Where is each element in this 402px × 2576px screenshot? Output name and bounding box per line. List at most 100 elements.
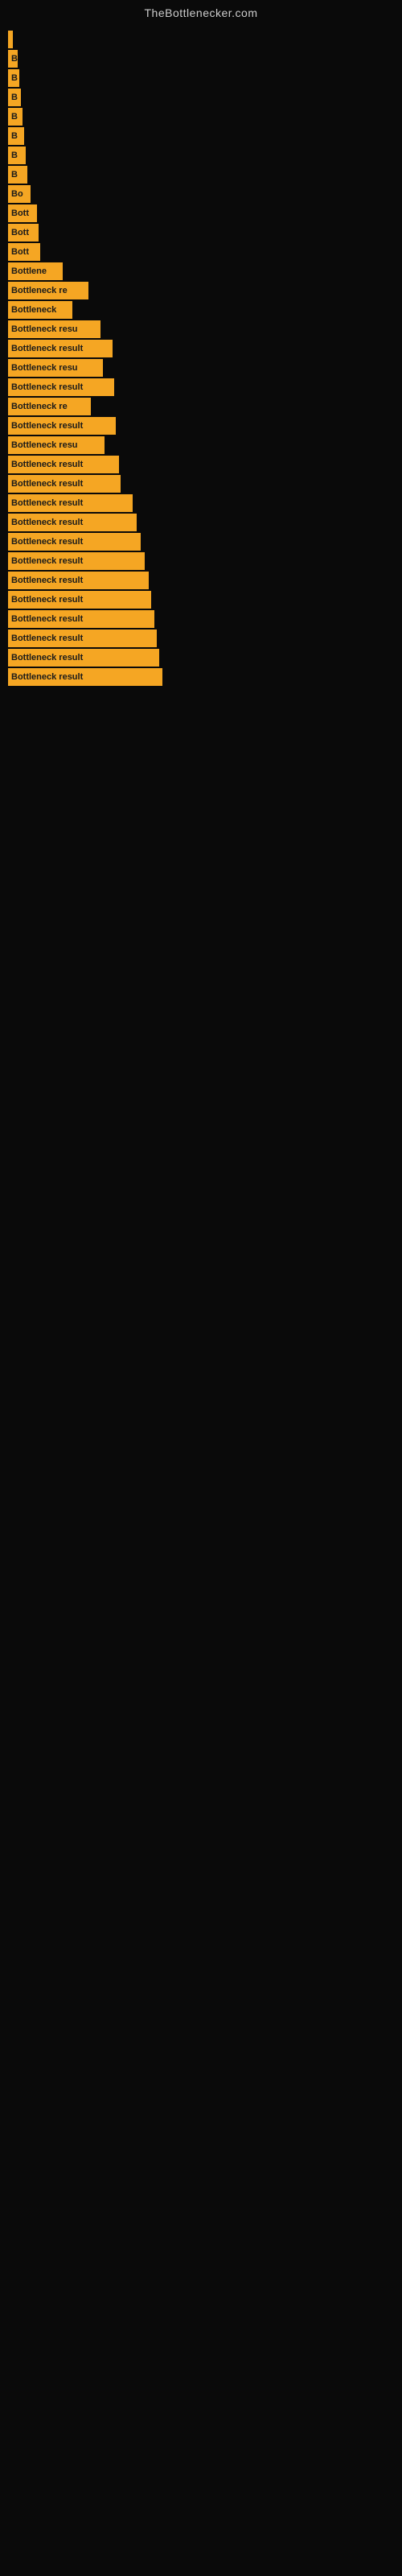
bar-label-7: B (11, 151, 18, 160)
bar-item-18: Bottleneck resu (8, 359, 103, 377)
bar-item-31: Bottleneck result (8, 610, 154, 628)
bar-label-32: Bottleneck result (11, 634, 83, 643)
bar-row: B (8, 89, 402, 106)
bar-item-17: Bottleneck result (8, 340, 113, 357)
bar-label-19: Bottleneck result (11, 382, 83, 392)
bar-label-8: B (11, 170, 18, 180)
bar-row: Bottleneck result (8, 378, 402, 396)
bar-item-9: Bo (8, 185, 31, 203)
bar-row: Bottleneck result (8, 610, 402, 628)
bar-label-17: Bottleneck result (11, 344, 83, 353)
bar-row: Bottleneck result (8, 630, 402, 647)
bar-label-2: B (11, 54, 18, 64)
bar-item-29: Bottleneck result (8, 572, 149, 589)
bar-row: Bottleneck result (8, 668, 402, 686)
bar-item-19: Bottleneck result (8, 378, 114, 396)
bar-label-4: B (11, 93, 18, 102)
bar-label-3: B (11, 73, 18, 83)
bar-item-30: Bottleneck result (8, 591, 151, 609)
bar-label-13: Bottlene (11, 266, 47, 276)
bar-label-26: Bottleneck result (11, 518, 83, 527)
bars-container: BBBBBBBBoBottBottBottBottleneBottleneck … (0, 23, 402, 696)
bar-item-11: Bott (8, 224, 39, 242)
bar-label-27: Bottleneck result (11, 537, 83, 547)
bar-item-3: B (8, 69, 19, 87)
bar-row: Bott (8, 224, 402, 242)
bar-row: Bottleneck resu (8, 436, 402, 454)
bar-item-2: B (8, 50, 18, 68)
bar-row: B (8, 108, 402, 126)
bar-row: Bott (8, 204, 402, 222)
bar-item-12: Bott (8, 243, 40, 261)
bar-row (8, 31, 402, 48)
bar-label-21: Bottleneck result (11, 421, 83, 431)
bar-item-4: B (8, 89, 21, 106)
bar-label-15: Bottleneck (11, 305, 56, 315)
bar-label-25: Bottleneck result (11, 498, 83, 508)
bar-item-5: B (8, 108, 23, 126)
bar-item-25: Bottleneck result (8, 494, 133, 512)
bar-row: Bottleneck result (8, 572, 402, 589)
bar-item-33: Bottleneck result (8, 649, 159, 667)
bar-item-6: B (8, 127, 24, 145)
bar-label-31: Bottleneck result (11, 614, 83, 624)
bar-item-15: Bottleneck (8, 301, 72, 319)
bar-row: B (8, 69, 402, 87)
bar-label-11: Bott (11, 228, 29, 237)
bar-item-13: Bottlene (8, 262, 63, 280)
bar-row: Bottleneck re (8, 398, 402, 415)
bar-label-5: B (11, 112, 18, 122)
bar-label-23: Bottleneck result (11, 460, 83, 469)
bar-item-22: Bottleneck resu (8, 436, 105, 454)
bar-row: B (8, 147, 402, 164)
bar-label-20: Bottleneck re (11, 402, 68, 411)
bar-row: Bottleneck result (8, 494, 402, 512)
bar-row: Bottleneck resu (8, 320, 402, 338)
bar-row: B (8, 50, 402, 68)
bar-item-7: B (8, 147, 26, 164)
bar-label-29: Bottleneck result (11, 576, 83, 585)
bar-label-18: Bottleneck resu (11, 363, 78, 373)
bar-label-34: Bottleneck result (11, 672, 83, 682)
bar-label-24: Bottleneck result (11, 479, 83, 489)
bar-item-34: Bottleneck result (8, 668, 162, 686)
bar-label-33: Bottleneck result (11, 653, 83, 663)
bar-row: Bottleneck result (8, 475, 402, 493)
bar-row: B (8, 127, 402, 145)
bar-row: Bottleneck result (8, 514, 402, 531)
bar-row: Bottleneck result (8, 456, 402, 473)
site-title: TheBottlenecker.com (0, 0, 402, 23)
bar-label-16: Bottleneck resu (11, 324, 78, 334)
bar-item-10: Bott (8, 204, 37, 222)
bar-label-9: Bo (11, 189, 23, 199)
bar-row: B (8, 166, 402, 184)
bar-item-14: Bottleneck re (8, 282, 88, 299)
bar-row: Bottlene (8, 262, 402, 280)
bar-row: Bottleneck result (8, 591, 402, 609)
bar-item-8: B (8, 166, 27, 184)
bar-row: Bottleneck result (8, 417, 402, 435)
bar-row: Bottleneck re (8, 282, 402, 299)
bar-label-30: Bottleneck result (11, 595, 83, 605)
bar-label-12: Bott (11, 247, 29, 257)
bar-item-21: Bottleneck result (8, 417, 116, 435)
bar-item-1 (8, 31, 13, 48)
bar-item-32: Bottleneck result (8, 630, 157, 647)
bar-row: Bott (8, 243, 402, 261)
bar-row: Bottleneck result (8, 649, 402, 667)
bar-label-28: Bottleneck result (11, 556, 83, 566)
bar-row: Bo (8, 185, 402, 203)
bar-label-10: Bott (11, 208, 29, 218)
bar-label-14: Bottleneck re (11, 286, 68, 295)
bar-item-16: Bottleneck resu (8, 320, 100, 338)
bar-row: Bottleneck result (8, 552, 402, 570)
bar-label-22: Bottleneck resu (11, 440, 78, 450)
bar-row: Bottleneck (8, 301, 402, 319)
bar-item-20: Bottleneck re (8, 398, 91, 415)
bar-item-27: Bottleneck result (8, 533, 141, 551)
bar-row: Bottleneck result (8, 340, 402, 357)
bar-item-26: Bottleneck result (8, 514, 137, 531)
bar-row: Bottleneck result (8, 533, 402, 551)
bar-item-24: Bottleneck result (8, 475, 121, 493)
bar-row: Bottleneck resu (8, 359, 402, 377)
